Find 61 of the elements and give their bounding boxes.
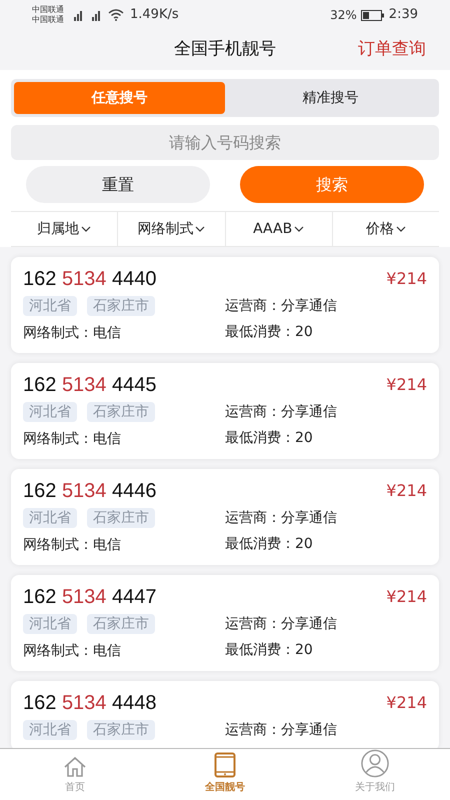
number-card[interactable]: 162 5134 4440 ¥214 河北省 石家庄市 运营商：分享通信 网络制式：电信 最低消费：20 <box>11 257 439 353</box>
price-label: ¥214 <box>386 586 427 608</box>
number-card[interactable]: 162 5134 4446 ¥214 河北省 石家庄市 运营商：分享通信 网络制式：电信 最低消费：20 <box>11 469 439 565</box>
chevron-down-icon <box>81 226 92 232</box>
carrier-label: 中国联通 <box>32 15 64 25</box>
region-tag: 河北省 <box>23 402 77 422</box>
phone-number: 162 5134 4445 <box>23 373 156 398</box>
min-spend-label: 最低消费：20 <box>225 640 313 660</box>
network-type-label: 网络制式：电信 <box>23 325 121 341</box>
search-field[interactable]: 请输入号码搜索 <box>11 125 439 160</box>
page-title: 全国手机靓号 <box>174 38 276 62</box>
carrier-label: 中国联通 <box>32 5 64 15</box>
region-tag: 河北省 <box>23 614 77 634</box>
region-tag: 河北省 <box>23 508 77 528</box>
region-tag: 石家庄市 <box>87 402 155 422</box>
region-tag: 石家庄市 <box>87 720 155 740</box>
price-label: ¥214 <box>386 268 427 290</box>
number-card[interactable]: 162 5134 4448 ¥214 河北省 石家庄市 运营商：分享通信 <box>11 681 439 751</box>
operator-label: 运营商：分享通信 <box>225 720 337 740</box>
region-tag: 河北省 <box>23 296 77 316</box>
chevron-down-icon <box>294 226 304 232</box>
min-spend-label: 最低消费：20 <box>225 428 313 448</box>
operator-label: 运营商：分享通信 <box>225 508 337 528</box>
filter-dropdown[interactable]: 归属地 <box>11 212 118 246</box>
number-card[interactable]: 162 5134 4445 ¥214 河北省 石家庄市 运营商：分享通信 网络制式：电信 最低消费：20 <box>11 363 439 459</box>
region-tag: 河北省 <box>23 720 77 740</box>
price-label: ¥214 <box>386 692 427 714</box>
battery-percent: 32% <box>330 7 357 24</box>
search-mode-tab[interactable]: 精准搜号 <box>225 82 436 114</box>
operator-label: 运营商：分享通信 <box>225 614 337 634</box>
phone-number: 162 5134 4440 <box>23 267 156 292</box>
user-icon <box>360 749 390 778</box>
tablet-icon <box>214 752 236 778</box>
wifi-icon <box>108 9 124 21</box>
home-icon <box>63 756 87 778</box>
chevron-down-icon <box>195 226 206 232</box>
operator-label: 运营商：分享通信 <box>225 296 337 316</box>
price-label: ¥214 <box>386 374 427 396</box>
number-card[interactable]: 162 5134 4447 ¥214 河北省 石家庄市 运营商：分享通信 网络制式：电信 最低消费：20 <box>11 575 439 671</box>
order-query-link[interactable]: 订单查询 <box>358 37 426 62</box>
network-type-label: 网络制式：电信 <box>23 643 121 659</box>
network-type-label: 网络制式：电信 <box>23 537 121 553</box>
region-tag: 石家庄市 <box>87 614 155 634</box>
clock: 2:39 <box>388 6 418 24</box>
operator-label: 运营商：分享通信 <box>225 402 337 422</box>
chevron-down-icon <box>396 226 406 232</box>
phone-number: 162 5134 4447 <box>23 585 156 610</box>
battery-icon <box>360 10 385 20</box>
phone-number: 162 5134 4446 <box>23 479 156 504</box>
network-type-label: 网络制式：电信 <box>23 431 121 447</box>
network-speed: 1.49K/s <box>130 6 179 24</box>
min-spend-label: 最低消费：20 <box>225 322 313 342</box>
filter-dropdown[interactable]: 价格 <box>332 212 439 246</box>
filter-dropdown[interactable]: AAAB <box>224 212 332 246</box>
region-tag: 石家庄市 <box>87 296 155 316</box>
phone-number: 162 5134 4448 <box>23 691 156 716</box>
region-tag: 石家庄市 <box>87 508 155 528</box>
min-spend-label: 最低消费：20 <box>225 534 313 554</box>
reset-button[interactable]: 重置 <box>26 166 210 203</box>
price-label: ¥214 <box>386 480 427 502</box>
filter-dropdown[interactable]: 网络制式 <box>117 212 224 246</box>
